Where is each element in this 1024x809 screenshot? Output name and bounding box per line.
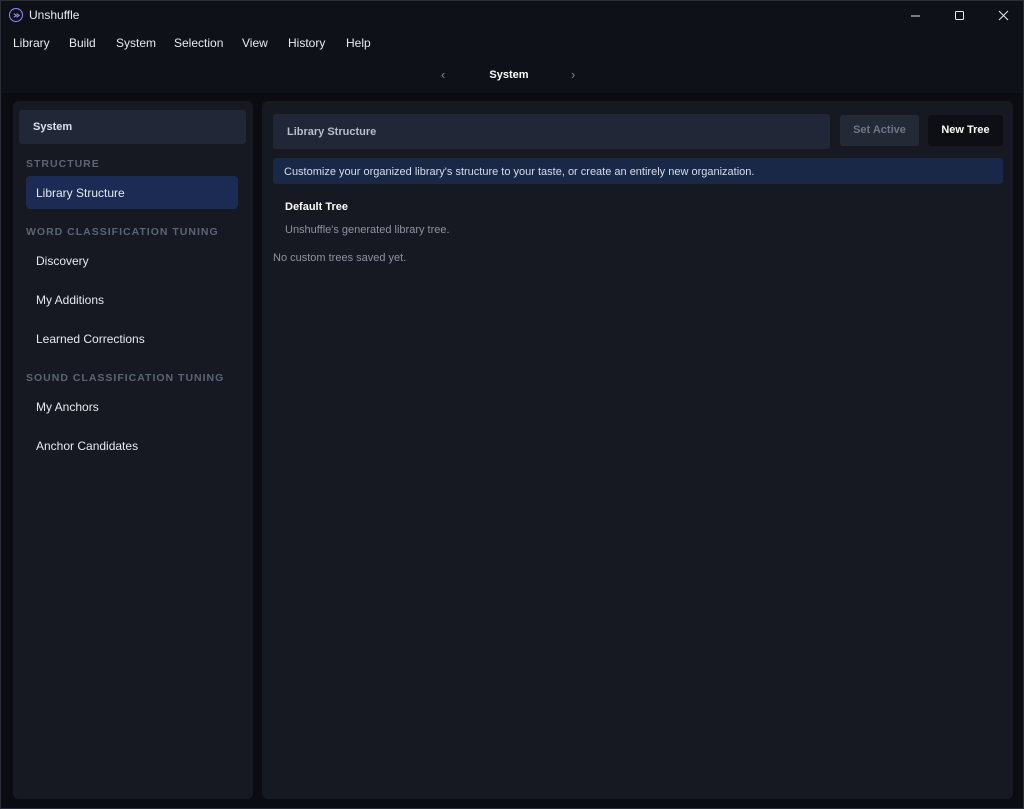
menu-system[interactable]: System	[116, 33, 156, 53]
sidebar-item-discovery[interactable]: Discovery	[26, 244, 238, 277]
menu-history[interactable]: History	[288, 33, 325, 53]
menu-view[interactable]: View	[242, 33, 268, 53]
sidebar-item-label: Library Structure	[36, 186, 125, 200]
sidebar: System STRUCTURE Library Structure WORD …	[13, 101, 253, 799]
minimize-button[interactable]	[893, 1, 937, 29]
new-tree-button[interactable]: New Tree	[928, 115, 1003, 146]
sidebar-item-library-structure[interactable]: Library Structure	[26, 176, 238, 209]
page-title: System	[489, 69, 529, 81]
window-title: Unshuffle	[29, 8, 80, 22]
maximize-button[interactable]	[937, 1, 981, 29]
menu-help[interactable]: Help	[346, 33, 371, 53]
title-bar[interactable]: Unshuffle	[1, 1, 1023, 29]
sidebar-item-my-additions[interactable]: My Additions	[26, 283, 238, 316]
sidebar-item-label: My Additions	[36, 293, 105, 307]
empty-trees-message: No custom trees saved yet.	[273, 252, 407, 264]
sidebar-item-label: Anchor Candidates	[36, 439, 139, 453]
close-icon	[998, 10, 1008, 20]
sidebar-item-learned-corrections[interactable]: Learned Corrections	[26, 322, 238, 355]
page-navigator: ‹ System ›	[1, 63, 1023, 89]
minimize-icon	[910, 15, 920, 16]
sidebar-header: System	[19, 110, 246, 144]
section-label-sound-classification: SOUND CLASSIFICATION TUNING	[26, 372, 225, 384]
structure-select[interactable]: Library Structure	[273, 114, 830, 149]
section-label-structure: STRUCTURE	[26, 158, 100, 170]
menu-selection[interactable]: Selection	[174, 33, 223, 53]
structure-select-value: Library Structure	[287, 126, 377, 138]
section-label-word-classification: WORD CLASSIFICATION TUNING	[26, 226, 219, 238]
default-tree-name[interactable]: Default Tree	[285, 201, 348, 213]
set-active-button[interactable]: Set Active	[840, 115, 919, 146]
app-logo-icon	[9, 8, 23, 22]
sidebar-header-label: System	[33, 121, 73, 133]
sidebar-item-label: Learned Corrections	[36, 332, 145, 346]
sidebar-item-label: My Anchors	[36, 400, 99, 414]
main-panel: Library Structure Set Active New Tree Cu…	[262, 101, 1013, 799]
maximize-icon	[954, 10, 964, 20]
menu-library[interactable]: Library	[13, 33, 50, 53]
close-button[interactable]	[981, 1, 1024, 29]
sidebar-item-my-anchors[interactable]: My Anchors	[26, 390, 238, 423]
next-page-icon[interactable]: ›	[571, 67, 575, 82]
app-window: Unshuffle Library Build System Selection…	[0, 0, 1024, 809]
sidebar-item-label: Discovery	[36, 254, 89, 268]
info-banner: Customize your organized library's struc…	[273, 158, 1003, 184]
sidebar-item-anchor-candidates[interactable]: Anchor Candidates	[26, 429, 238, 462]
menu-build[interactable]: Build	[69, 33, 96, 53]
default-tree-description: Unshuffle's generated library tree.	[285, 224, 450, 236]
info-banner-text: Customize your organized library's struc…	[284, 166, 755, 178]
